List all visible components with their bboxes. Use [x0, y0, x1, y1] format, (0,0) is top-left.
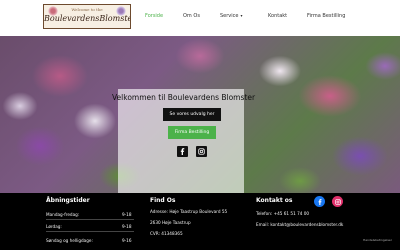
- opening-hours-title: Åbningstider: [46, 197, 90, 204]
- email-link[interactable]: Email: kontakt@boulevardensblomster.dk: [256, 222, 343, 227]
- nav-item-firma-bestilling[interactable]: Firma Bestilling: [307, 13, 345, 19]
- find-us-title: Find Os: [150, 197, 176, 204]
- hero-flower-background: Velkommen til Boulevardens Blomster Se v…: [0, 36, 400, 193]
- nav-item-service[interactable]: Service ▾: [220, 13, 243, 19]
- nav-item-service-label: Service: [220, 13, 239, 19]
- hours-time: 9-18: [122, 224, 132, 229]
- cvr-text: CVR: 41348365: [150, 231, 183, 236]
- city-text: 2630 Høje Taastrup: [150, 220, 191, 225]
- divider: [46, 219, 134, 220]
- chevron-down-icon: ▾: [240, 13, 243, 18]
- facebook-icon[interactable]: [177, 146, 188, 157]
- facebook-icon[interactable]: [314, 196, 325, 207]
- logo-name: BoulevardensBlomster: [44, 14, 131, 23]
- company-order-button[interactable]: Firma Bestilling: [168, 126, 216, 139]
- shop-button[interactable]: Se vores udvalg her: [163, 108, 221, 121]
- terms-link[interactable]: Handelsbetingelser: [363, 238, 392, 242]
- hours-time: 9-18: [122, 212, 132, 217]
- hours-day: Søndag og helligdage:: [46, 238, 93, 243]
- phone-link[interactable]: Telefon: +45 61 51 74 00: [256, 211, 309, 216]
- hours-day: Mandag-fredag:: [46, 212, 80, 217]
- site-logo[interactable]: Welcome to the BoulevardensBlomster: [43, 4, 131, 29]
- divider: [46, 231, 134, 232]
- hours-time: 9-16: [122, 238, 132, 243]
- hero-panel: [118, 89, 244, 193]
- instagram-icon[interactable]: [332, 196, 343, 207]
- site-footer: Åbningstider Mandag-fredag: 9-18 Lørdag:…: [0, 193, 400, 250]
- instagram-icon[interactable]: [196, 146, 207, 157]
- nav-item-om-os[interactable]: Om Os: [183, 13, 200, 19]
- contact-title: Kontakt os: [256, 197, 293, 204]
- address-text: Adresse: Høje Taastrup Boulevard 55: [150, 209, 228, 214]
- logo-tagline: Welcome to the: [71, 7, 103, 12]
- hours-day: Lørdag:: [46, 224, 62, 229]
- nav-item-forside[interactable]: Forside: [145, 13, 163, 19]
- hero-title: Velkommen til Boulevardens Blomster: [112, 93, 256, 102]
- nav-item-kontakt[interactable]: Kontakt: [268, 13, 287, 19]
- site-header: Welcome to the BoulevardensBlomster Fors…: [0, 0, 400, 36]
